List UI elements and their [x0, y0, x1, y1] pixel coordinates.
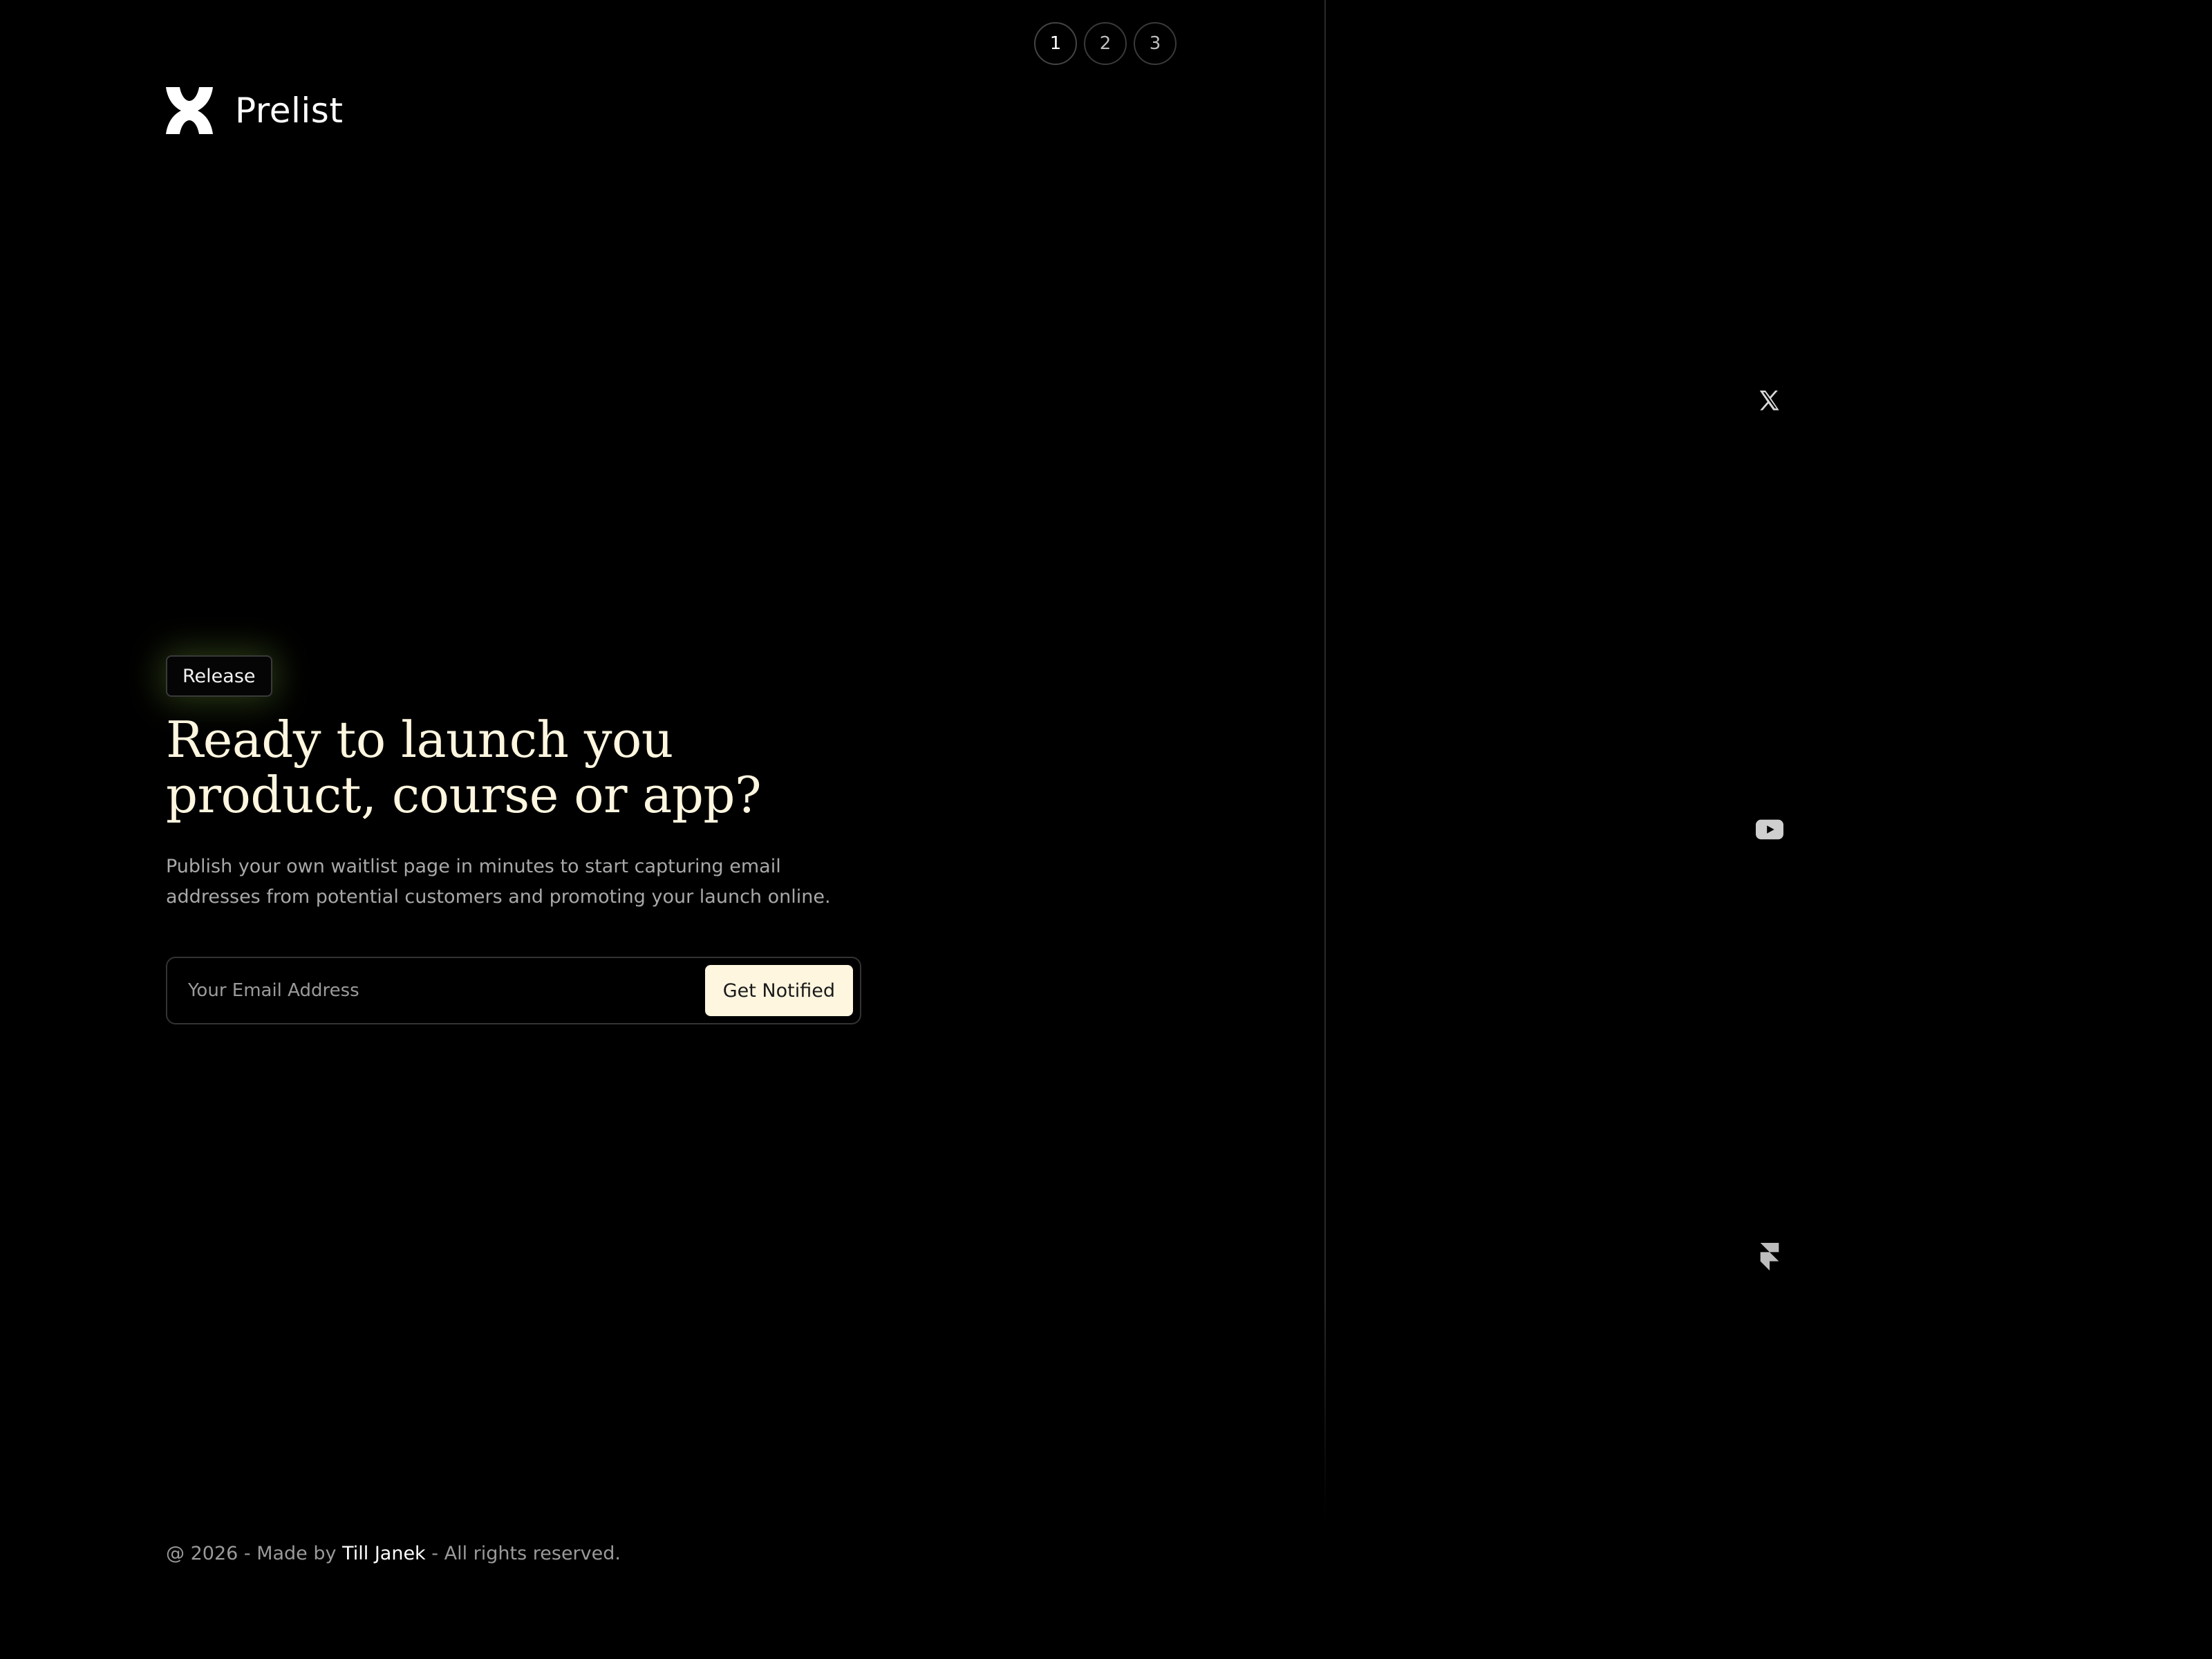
framer-icon	[1760, 1243, 1779, 1271]
hero-description: Publish your own waitlist page in minute…	[166, 852, 857, 912]
youtube-icon	[1756, 819, 1783, 840]
get-notified-button[interactable]: Get Notified	[704, 965, 853, 1016]
panel-divider	[1324, 0, 1326, 1521]
headline-line-1: Ready to launch you	[166, 711, 673, 769]
page-3-button[interactable]: 3	[1134, 22, 1177, 65]
footer-prefix: @ 2026 - Made by	[166, 1543, 343, 1564]
footer-suffix: - All rights reserved.	[425, 1543, 621, 1564]
x-twitter-link[interactable]	[1756, 387, 1783, 415]
youtube-link[interactable]	[1756, 816, 1783, 843]
page-1-button[interactable]: 1	[1034, 22, 1077, 65]
hero-headline: Ready to launch you product, course or a…	[166, 712, 857, 823]
footer-author-link[interactable]: Till Janek	[342, 1543, 426, 1564]
framer-link[interactable]	[1756, 1243, 1783, 1271]
x-twitter-icon	[1759, 390, 1779, 411]
release-badge: Release	[166, 655, 272, 697]
page-2-button[interactable]: 2	[1084, 22, 1127, 65]
brand-logo[interactable]: Prelist	[166, 87, 343, 134]
brand-name: Prelist	[235, 91, 344, 131]
headline-line-2: product, course or app?	[166, 766, 762, 824]
prelist-logo-icon	[166, 87, 213, 134]
description-line-2: addresses from potential customers and p…	[166, 886, 831, 908]
signup-form: Get Notified	[166, 957, 861, 1024]
email-input[interactable]	[188, 980, 705, 1001]
description-line-1: Publish your own waitlist page in minute…	[166, 856, 781, 877]
footer-copyright: @ 2026 - Made by Till Janek - All rights…	[166, 1543, 621, 1564]
pagination: 1 2 3	[1034, 22, 1177, 65]
